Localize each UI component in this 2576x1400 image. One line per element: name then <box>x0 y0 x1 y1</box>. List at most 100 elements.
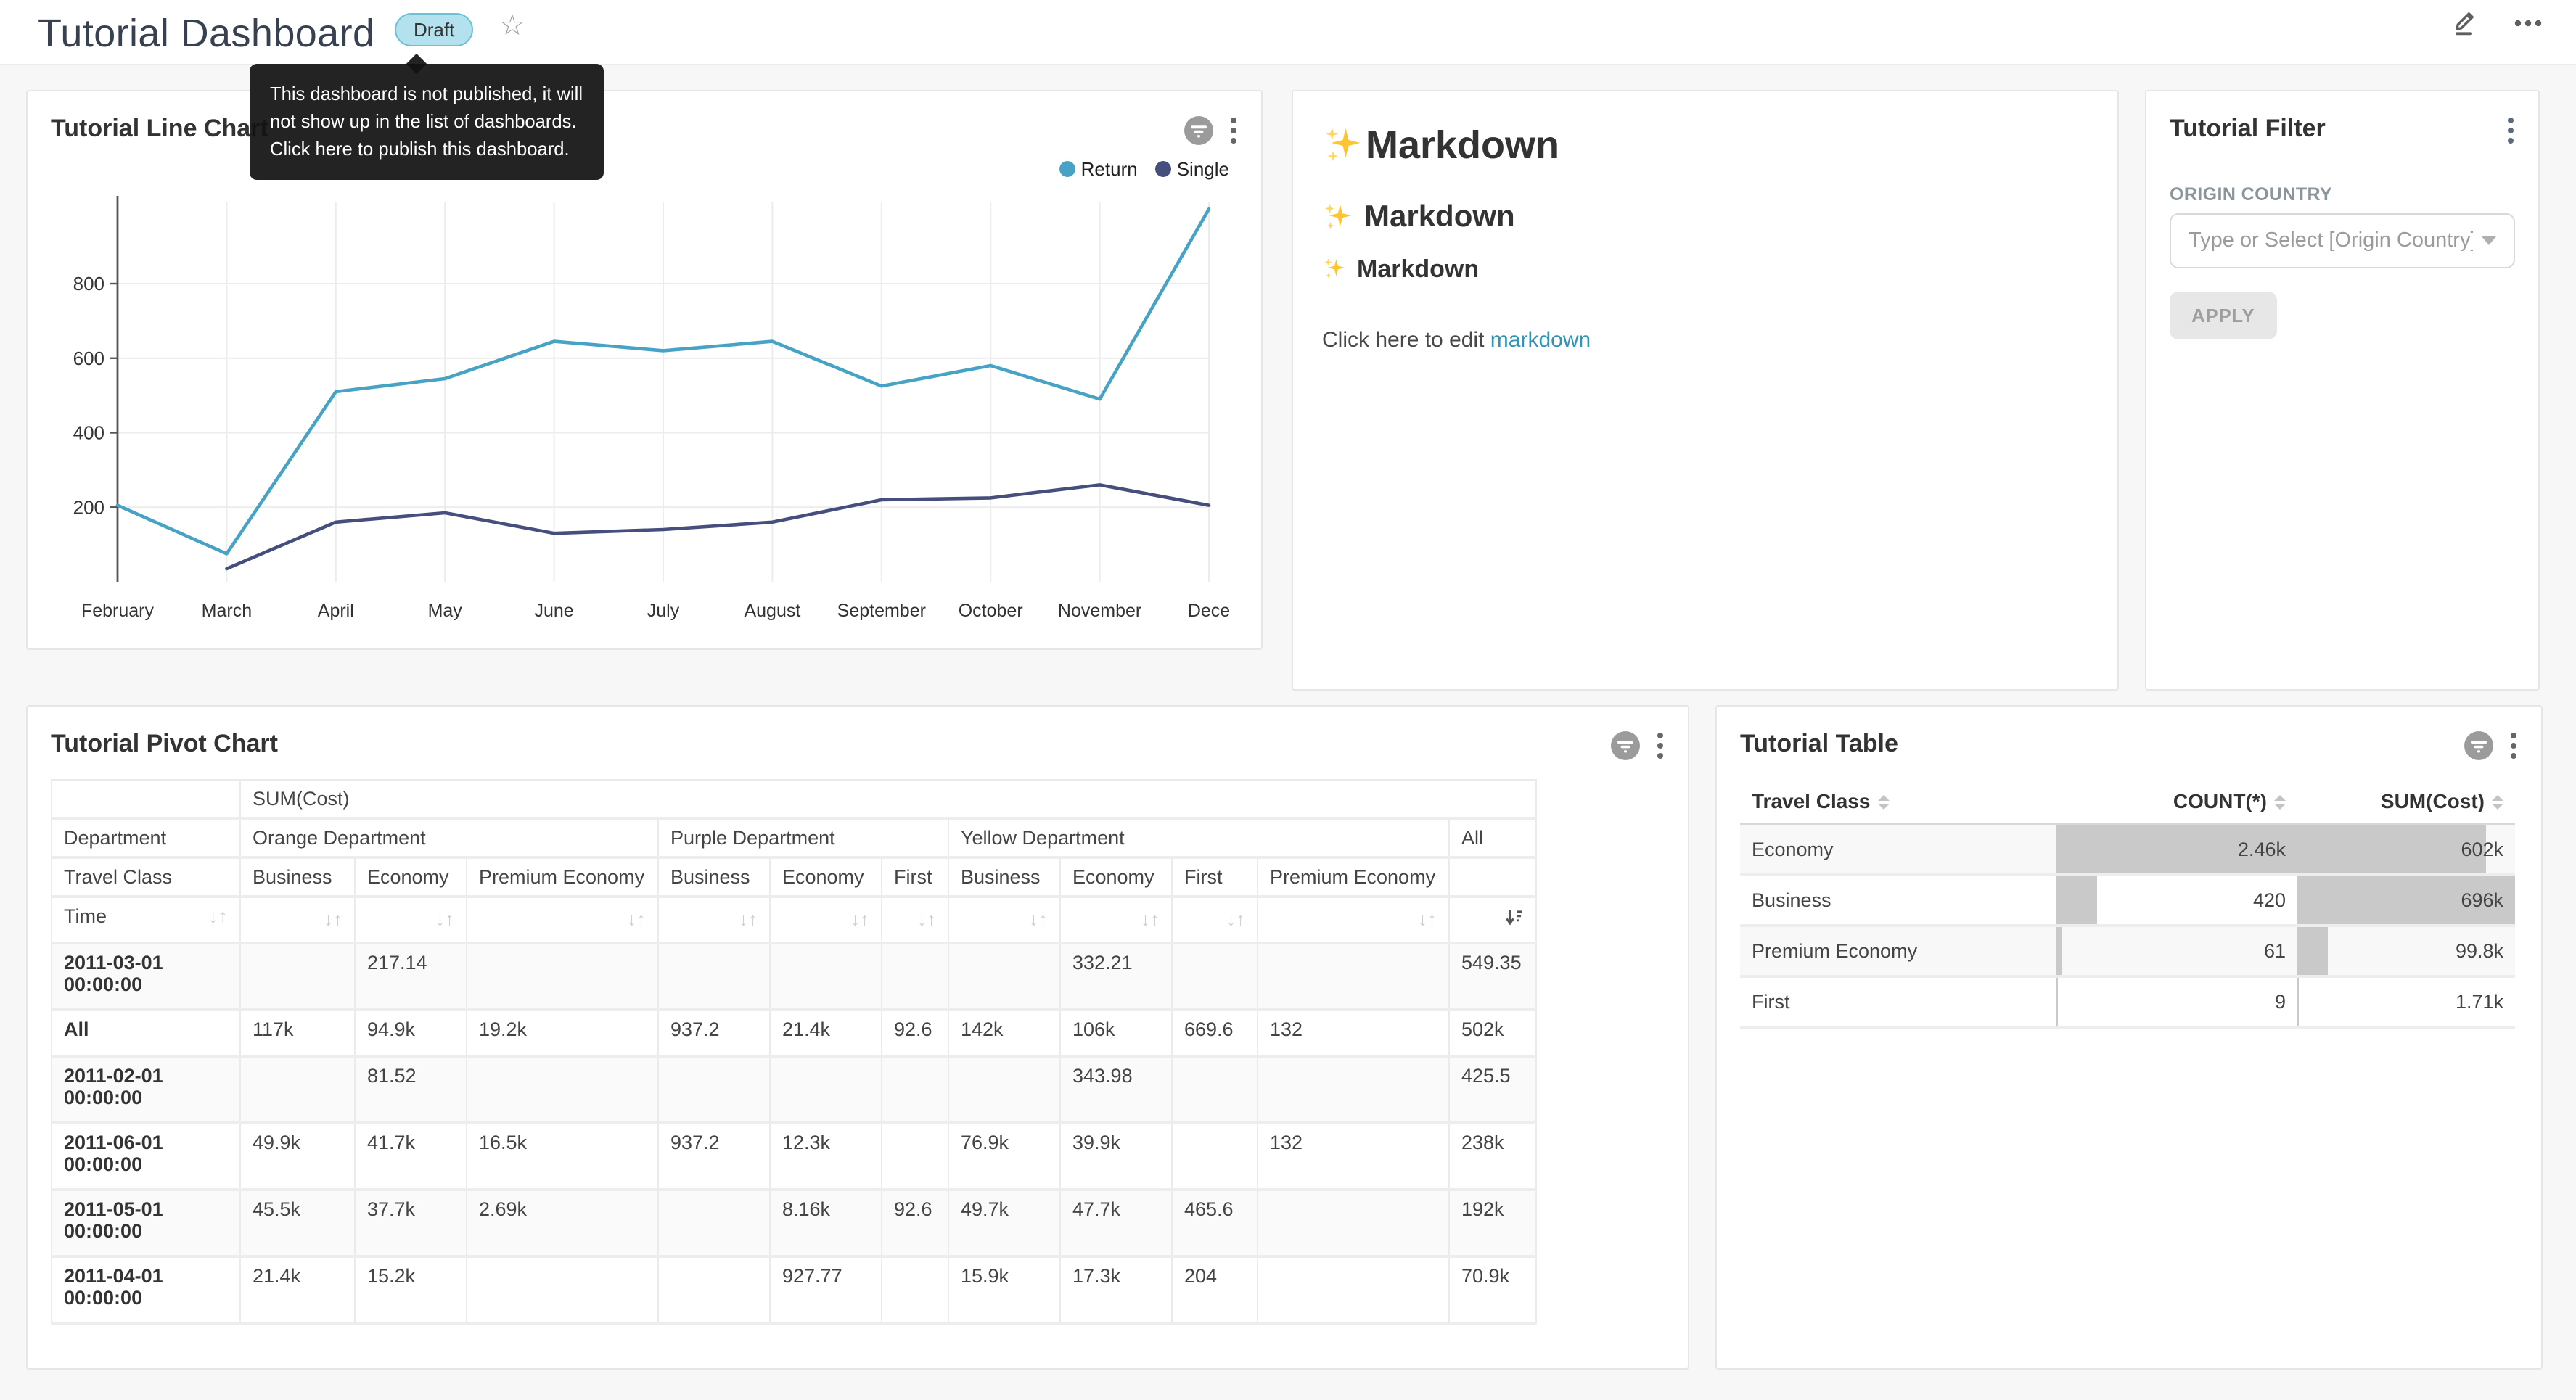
sort-icon[interactable]: ↓↑ <box>1226 908 1245 930</box>
sort-icon[interactable]: ↓↑ <box>850 908 869 930</box>
markdown-h2-text: Markdown <box>1364 200 1515 235</box>
edit-pencil-icon[interactable] <box>2451 9 2480 38</box>
pivot-value-cell <box>1172 1123 1258 1190</box>
filter-card: Tutorial Filter ORIGIN COUNTRY Type or S… <box>2145 90 2540 691</box>
pivot-group-header[interactable]: Yellow Department <box>948 818 1449 857</box>
favorite-star-icon[interactable]: ☆ <box>499 9 525 44</box>
pivot-chart-card: Tutorial Pivot Chart SUM(Cost)Department… <box>26 705 1689 1370</box>
pivot-sort-cell[interactable]: ↓↑ <box>1172 897 1258 943</box>
pivot-subcolumn-header[interactable]: Economy <box>770 857 882 897</box>
legend-item-return[interactable]: Return <box>1059 158 1138 180</box>
pivot-subcolumn-header[interactable]: Business <box>948 857 1060 897</box>
origin-country-label: ORIGIN COUNTRY <box>2170 184 2515 205</box>
draft-status-badge[interactable]: Draft <box>395 13 473 46</box>
pivot-time-label: Time <box>64 905 107 927</box>
pivot-group-header[interactable]: Purple Department <box>658 818 948 857</box>
pivot-subcolumn-header[interactable]: Premium Economy <box>467 857 658 897</box>
sparkles-icon <box>1322 201 1355 234</box>
pivot-subcolumn-header[interactable]: Business <box>240 857 355 897</box>
pivot-row: 2011-03-01 00:00:00217.14332.21549.35 <box>52 943 1536 1010</box>
pivot-sort-cell[interactable]: ↓↑ <box>467 897 658 943</box>
pivot-group-header[interactable]: All <box>1449 818 1536 857</box>
sort-icon[interactable]: ↓↑ <box>627 908 646 930</box>
page-title: Tutorial Dashboard <box>38 12 374 57</box>
origin-country-select[interactable]: Type or Select [Origin Country] <box>2170 213 2515 268</box>
sort-icon[interactable] <box>2492 796 2503 810</box>
column-header-count-[interactable]: COUNT(*) <box>2056 779 2297 824</box>
pivot-subcolumn-header[interactable]: Economy <box>1060 857 1172 897</box>
ellipsis-menu-icon[interactable] <box>2512 9 2544 38</box>
sort-desc-active-icon[interactable] <box>1505 908 1524 927</box>
pivot-value-cell: 41.7k <box>355 1123 467 1190</box>
pivot-travel-class-label: Travel Class <box>52 857 240 897</box>
pivot-sort-cell[interactable]: ↓↑ <box>882 897 948 943</box>
column-header-travel-class[interactable]: Travel Class <box>1740 779 2056 824</box>
sort-icon[interactable]: ↓↑ <box>435 908 454 930</box>
pivot-value-cell: 117k <box>240 1010 355 1056</box>
pivot-sort-cell[interactable] <box>1449 897 1536 943</box>
pivot-subcolumn-header[interactable]: Premium Economy <box>1258 857 1449 897</box>
sort-icon[interactable]: ↓↑ <box>1141 908 1160 930</box>
pivot-value-cell: 2.69k <box>467 1190 658 1256</box>
pivot-value-cell <box>658 1190 770 1256</box>
pivot-subcolumn-header[interactable]: Business <box>658 857 770 897</box>
filter-indicator-icon[interactable] <box>2463 730 2495 762</box>
sort-icon[interactable]: ↓↑ <box>208 905 228 927</box>
axis-label: May <box>428 601 463 621</box>
count-cell: 9 <box>2056 976 2297 1027</box>
sort-icon[interactable]: ↓↑ <box>324 908 342 930</box>
pivot-row-label: 2011-05-01 00:00:00 <box>52 1190 240 1256</box>
pivot-value-cell <box>882 1123 948 1190</box>
sort-icon[interactable]: ↓↑ <box>917 908 936 930</box>
sort-icon[interactable]: ↓↑ <box>1029 908 1048 930</box>
pivot-value-cell: 76.9k <box>948 1123 1060 1190</box>
legend-item-single[interactable]: Single <box>1155 158 1229 180</box>
count-cell: 420 <box>2056 875 2297 926</box>
pivot-metric-header: SUM(Cost) <box>240 780 1536 818</box>
pivot-value-cell: 217.14 <box>355 943 467 1010</box>
markdown-h1-text: Markdown <box>1366 123 1559 168</box>
pivot-sort-cell[interactable]: ↓↑ <box>355 897 467 943</box>
filter-indicator-icon[interactable] <box>1183 115 1215 147</box>
sort-icon[interactable]: ↓↑ <box>739 908 758 930</box>
pivot-sort-cell[interactable]: ↓↑ <box>770 897 882 943</box>
pivot-sort-cell[interactable]: ↓↑ <box>1258 897 1449 943</box>
pivot-row-label: 2011-03-01 00:00:00 <box>52 943 240 1010</box>
pivot-value-cell: 49.7k <box>948 1190 1060 1256</box>
pivot-chart-title: Tutorial Pivot Chart <box>51 730 278 759</box>
pivot-value-cell: 47.7k <box>1060 1190 1172 1256</box>
pivot-group-header[interactable]: Orange Department <box>240 818 658 857</box>
pivot-subcolumn-header[interactable]: Economy <box>355 857 467 897</box>
kebab-menu-icon[interactable] <box>2509 730 2518 762</box>
filter-indicator-icon[interactable] <box>1609 730 1641 762</box>
kebab-menu-icon[interactable] <box>2506 115 2515 147</box>
select-placeholder: Type or Select [Origin Country] <box>2189 229 2473 252</box>
sort-icon[interactable]: ↓↑ <box>1418 908 1437 930</box>
apply-button[interactable]: APPLY <box>2170 292 2276 339</box>
pivot-row: 2011-06-01 00:00:0049.9k41.7k16.5k937.21… <box>52 1123 1536 1190</box>
pivot-subcolumn-header[interactable]: First <box>882 857 948 897</box>
sort-icon[interactable] <box>2274 796 2286 810</box>
pivot-subcolumn-header <box>1449 857 1536 897</box>
sort-icon[interactable] <box>1877 796 1889 810</box>
pivot-value-cell <box>1258 1056 1449 1123</box>
pivot-subcolumn-header[interactable]: First <box>1172 857 1258 897</box>
pivot-value-cell: 669.6 <box>1172 1010 1258 1056</box>
pivot-value-cell <box>948 943 1060 1010</box>
legend-label: Return <box>1081 158 1138 180</box>
pivot-sort-cell[interactable]: ↓↑ <box>1060 897 1172 943</box>
kebab-menu-icon[interactable] <box>1229 115 1238 147</box>
pivot-corner-cell <box>52 780 240 818</box>
column-header-sum-cost-[interactable]: SUM(Cost) <box>2297 779 2515 824</box>
pivot-time-sort-cell[interactable]: Time ↓↑ <box>52 897 240 943</box>
pivot-value-cell <box>658 1056 770 1123</box>
pivot-sort-cell[interactable]: ↓↑ <box>948 897 1060 943</box>
table-card-title: Tutorial Table <box>1740 730 1898 759</box>
axis-label: 800 <box>73 273 104 295</box>
markdown-edit-link[interactable]: markdown <box>1490 328 1591 353</box>
kebab-menu-icon[interactable] <box>1656 730 1665 762</box>
line-chart-plot[interactable]: 200400600800FebruaryMarchAprilMayJuneJul… <box>48 187 1238 640</box>
pivot-sort-cell[interactable]: ↓↑ <box>658 897 770 943</box>
table-row: Business420696k <box>1740 875 2515 926</box>
pivot-sort-cell[interactable]: ↓↑ <box>240 897 355 943</box>
